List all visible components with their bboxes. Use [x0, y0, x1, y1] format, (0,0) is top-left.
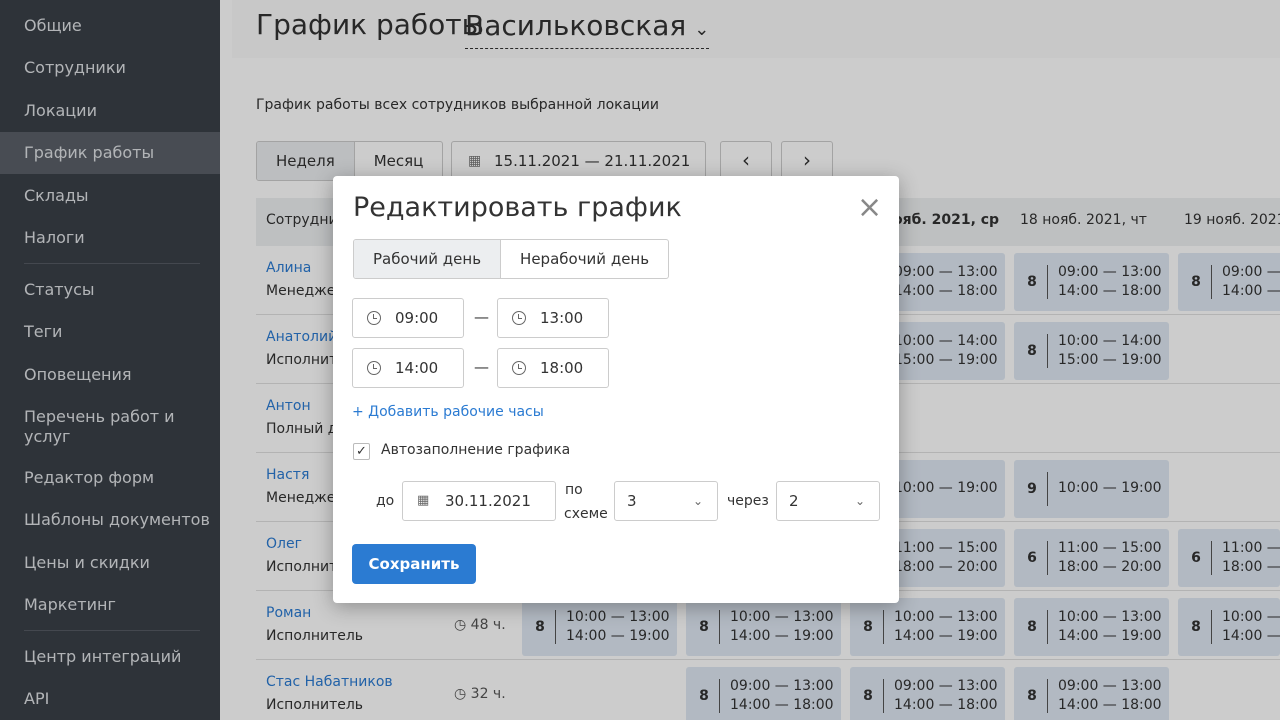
save-button[interactable]: Сохранить — [352, 544, 476, 584]
select-value: 3 — [627, 492, 637, 510]
chevron-down-icon: ⌄ — [854, 494, 865, 508]
tab-workday[interactable]: Рабочий день — [354, 240, 502, 278]
chevron-down-icon: ⌄ — [692, 494, 703, 508]
add-working-hours-link[interactable]: + Добавить рабочие часы — [352, 404, 544, 420]
select-value: 2 — [789, 492, 799, 510]
autofill-checkbox[interactable]: ✓ — [353, 443, 370, 460]
time-from-input[interactable]: 14:00 — [352, 348, 464, 388]
clock-icon — [367, 361, 381, 375]
every-label: через — [727, 493, 769, 509]
autofill-label: Автозаполнение графика — [381, 442, 571, 458]
calendar-icon: ▦ — [417, 493, 430, 508]
until-date-input[interactable]: ▦ 30.11.2021 — [402, 481, 556, 521]
clock-icon — [512, 311, 526, 325]
date-value: 30.11.2021 — [445, 492, 531, 510]
scheme-label: схеме — [564, 506, 608, 522]
close-icon[interactable]: × — [857, 193, 882, 223]
tab-day-off[interactable]: Нерабочий день — [501, 240, 668, 278]
time-value: 14:00 — [395, 359, 439, 377]
modal-title: Редактировать график — [353, 192, 682, 223]
scheme-label: по — [565, 482, 583, 498]
time-to-input[interactable]: 18:00 — [497, 348, 609, 388]
every-select[interactable]: 2 ⌄ — [776, 481, 880, 521]
time-value: 09:00 — [395, 309, 439, 327]
scheme-select[interactable]: 3 ⌄ — [614, 481, 718, 521]
clock-icon — [512, 361, 526, 375]
time-to-input[interactable]: 13:00 — [497, 298, 609, 338]
day-type-toggle: Рабочий день Нерабочий день — [353, 239, 670, 279]
time-value: 13:00 — [540, 309, 584, 327]
range-dash: — — [474, 358, 489, 376]
until-label: до — [376, 493, 395, 509]
edit-schedule-modal: Редактировать график × Рабочий день Нера… — [333, 176, 899, 603]
clock-icon — [367, 311, 381, 325]
time-value: 18:00 — [540, 359, 584, 377]
range-dash: — — [474, 308, 489, 326]
time-from-input[interactable]: 09:00 — [352, 298, 464, 338]
